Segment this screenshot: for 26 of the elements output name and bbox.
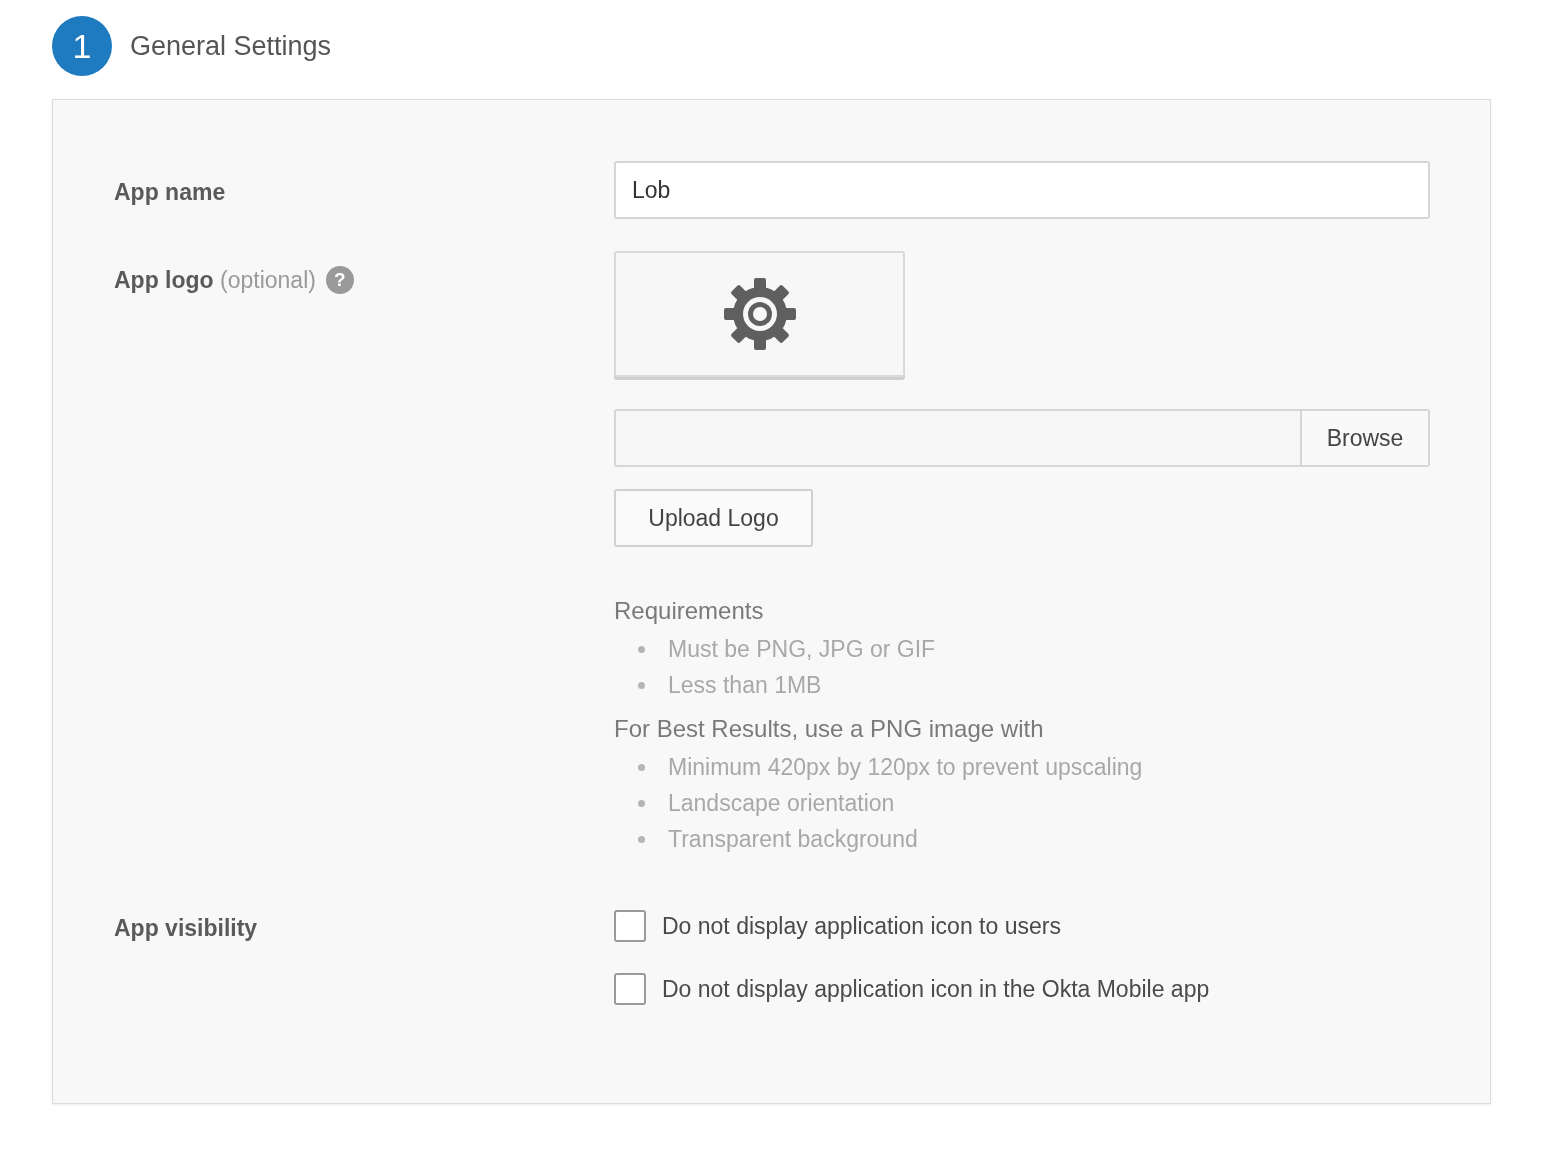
upload-logo-button[interactable]: Upload Logo [614,489,813,547]
bullet-icon [638,645,645,653]
browse-button[interactable]: Browse [1300,411,1428,465]
requirement-text: Less than 1MB [668,670,822,700]
requirement-text: Must be PNG, JPG or GIF [668,634,936,664]
bullet-icon [638,763,645,771]
section-heading: For Best Results, use a PNG image with [614,715,1045,743]
checkbox-label: Do not display application icon to users [662,912,1061,941]
field-label: App name [114,179,226,205]
bullet-icon [638,835,645,843]
bullet-icon [638,799,645,807]
requirement-text: Landscape orientation [668,788,895,818]
section-title: General Settings [130,29,332,63]
gear-icon [722,277,797,351]
requirement-text: Minimum 420px by 120px to prevent upscaling [668,752,1143,782]
requirement-text: Transparent background [668,824,918,854]
section-heading: Requirements [614,597,765,625]
checkbox-label: Do not display application icon in the Okta Mobile app [662,974,1210,1004]
step-number-badge: 1 [52,16,112,76]
field-label: App visibility [114,915,258,941]
file-field[interactable]: Browse [614,409,1430,467]
field-label: App logo (optional) [114,265,316,295]
checkbox[interactable] [614,910,646,943]
bullet-icon [638,681,645,689]
app-name-input[interactable]: Lob [614,161,1430,219]
checkbox[interactable] [614,972,646,1005]
